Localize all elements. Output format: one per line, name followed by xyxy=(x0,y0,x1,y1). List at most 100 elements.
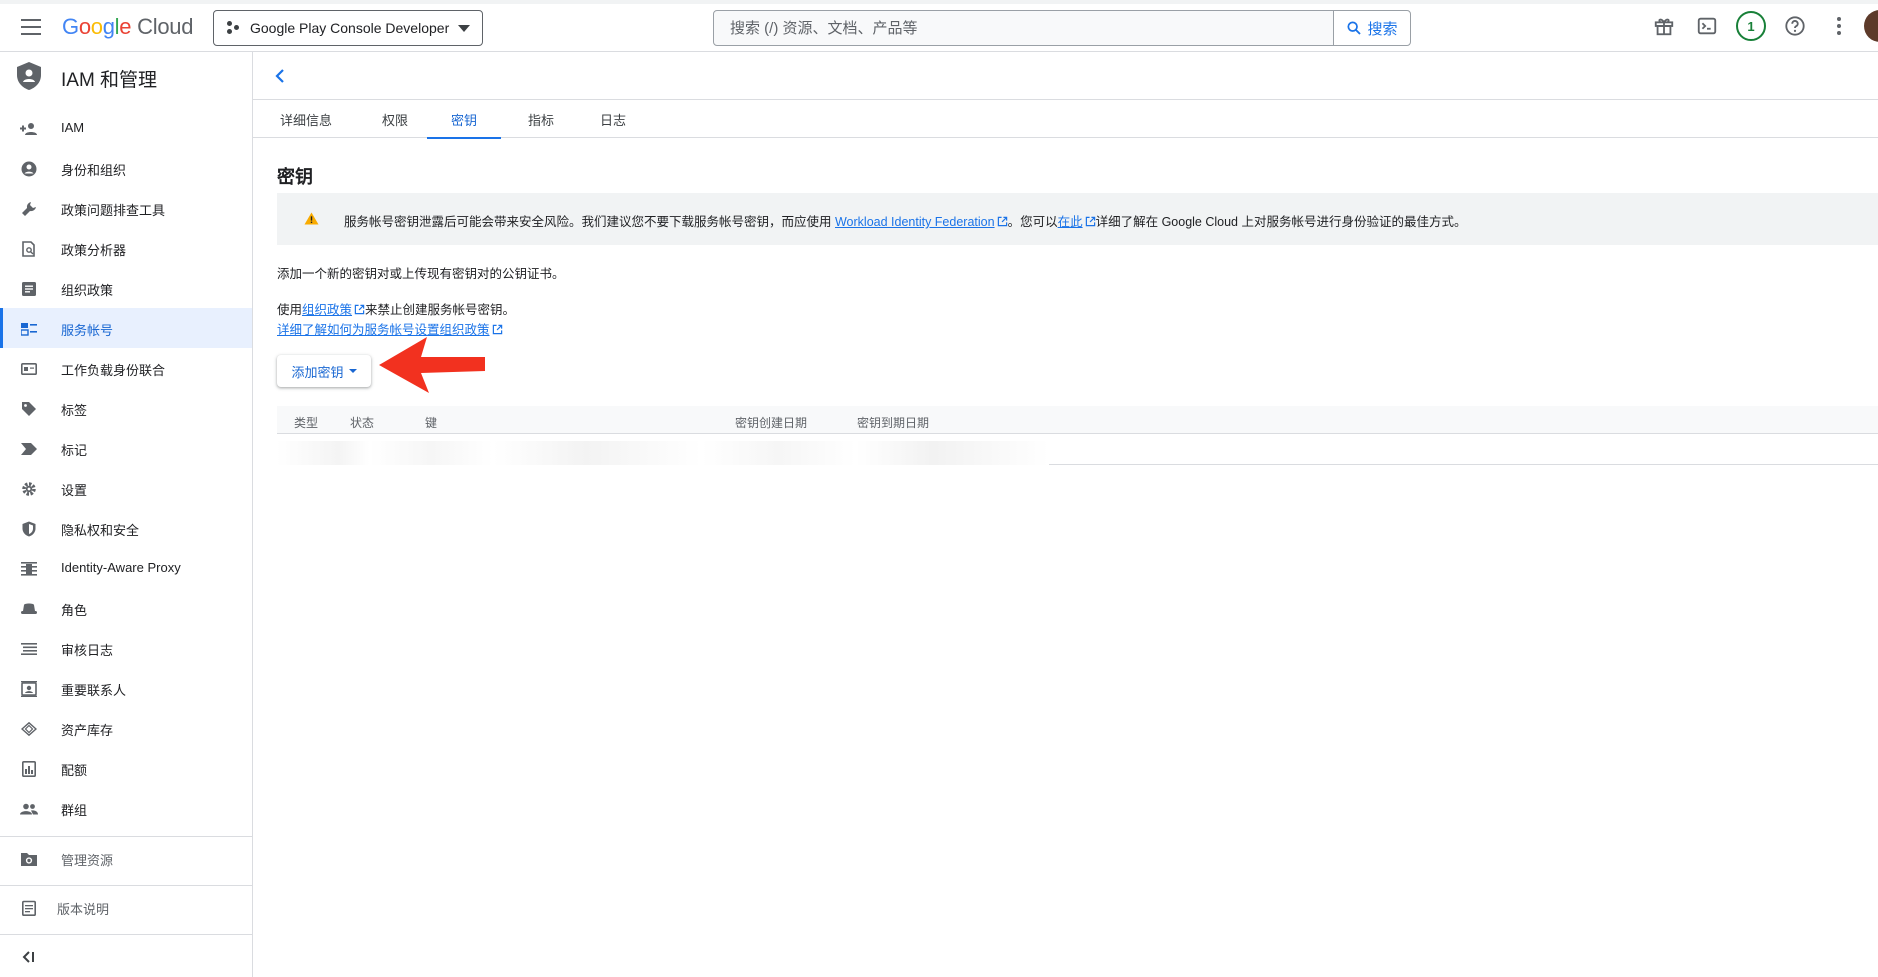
column-header-status[interactable]: 状态 xyxy=(350,414,374,431)
sidebar-item-label: 配额 xyxy=(61,763,88,778)
table-row[interactable] xyxy=(277,435,1878,465)
sidebar-item-settings[interactable]: 设置 xyxy=(0,468,252,508)
sidebar-item-roles[interactable]: 角色 xyxy=(0,588,252,628)
logo-letter: o xyxy=(78,14,91,39)
logo-letter: g xyxy=(102,14,115,39)
article-icon xyxy=(20,280,38,298)
warning-text: 服务帐号密钥泄露后可能会带来安全风险。我们建议您不要下载服务帐号密钥，而应使用 … xyxy=(344,211,1466,230)
sidebar-item-quotas[interactable]: 配额 xyxy=(0,748,252,788)
workload-identity-federation-link[interactable]: Workload Identity Federation xyxy=(835,215,995,229)
column-header-created[interactable]: 密钥创建日期 xyxy=(735,414,807,431)
service-account-icon xyxy=(20,320,38,338)
logo-letter: e xyxy=(119,14,132,39)
search-bar: 搜索 xyxy=(713,10,1411,46)
diamond-icon xyxy=(20,720,38,738)
sidebar-item-label: 重要联系人 xyxy=(61,683,127,698)
column-header-expires[interactable]: 密钥到期日期 xyxy=(857,414,929,431)
help-icon[interactable] xyxy=(1782,13,1808,39)
back-arrow-icon[interactable] xyxy=(268,64,292,88)
sidebar-item-release-notes[interactable]: 版本说明 xyxy=(0,887,252,927)
sidebar-item-privacy-security[interactable]: 隐私权和安全 xyxy=(0,508,252,548)
shield-icon xyxy=(20,520,38,538)
sidebar-item-audit-logs[interactable]: 审核日志 xyxy=(0,628,252,668)
id-card-icon xyxy=(20,360,38,378)
sidebar-item-label: 管理资源 xyxy=(61,853,114,868)
tab-keys[interactable]: 密钥 xyxy=(427,101,501,139)
tab-metrics[interactable]: 指标 xyxy=(521,101,561,138)
google-cloud-logo[interactable]: Google Cloud xyxy=(62,14,193,40)
warning-text-part: 。您可以 xyxy=(1007,215,1058,229)
project-dots-icon xyxy=(226,21,240,35)
logo-letter: G xyxy=(62,14,79,39)
sidebar-item-labels[interactable]: 标记 xyxy=(0,428,252,468)
tab-permissions[interactable]: 权限 xyxy=(375,101,415,138)
sidebar-item-manage-resources[interactable]: 管理资源 xyxy=(0,838,252,878)
quota-icon xyxy=(20,760,38,778)
redacted-row-content xyxy=(277,441,1049,465)
sidebar-item-label: 政策问题排查工具 xyxy=(61,203,166,218)
top-header: Google Cloud Google Play Console Develope… xyxy=(0,0,1878,52)
sidebar-item-essential-contacts[interactable]: 重要联系人 xyxy=(0,668,252,708)
logo-letter: o xyxy=(90,14,103,39)
label-icon xyxy=(20,440,38,458)
sidebar-item-identity-aware-proxy[interactable]: Identity-Aware Proxy xyxy=(0,548,252,588)
sidebar-item-tags[interactable]: 标签 xyxy=(0,388,252,428)
tab-details[interactable]: 详细信息 xyxy=(277,101,335,138)
main-menu-icon[interactable] xyxy=(18,14,44,40)
logo-suffix: Cloud xyxy=(137,14,194,39)
search-icon xyxy=(1347,21,1362,35)
sidebar-item-asset-inventory[interactable]: 资产库存 xyxy=(0,708,252,748)
collapse-left-icon xyxy=(20,948,38,966)
notification-count-badge[interactable]: 1 xyxy=(1736,11,1766,41)
search-button[interactable]: 搜索 xyxy=(1333,11,1410,45)
org-policy-link[interactable]: 组织政策 xyxy=(302,303,352,317)
sidebar-item-policy-analyzer[interactable]: 政策分析器 xyxy=(0,228,252,268)
learn-here-link[interactable]: 在此 xyxy=(1058,215,1083,229)
main-content: 详细信息 权限 密钥 指标 日志 密钥 服务帐号密钥泄露后可能会带来安全风险。我… xyxy=(253,52,1878,977)
sidebar-item-label: 资产库存 xyxy=(61,723,114,738)
account-circle-icon xyxy=(20,160,38,178)
tab-logs[interactable]: 日志 xyxy=(593,101,633,138)
proxy-icon xyxy=(20,560,38,578)
sidebar-divider xyxy=(0,836,252,837)
security-warning-banner: 服务帐号密钥泄露后可能会带来安全风险。我们建议您不要下载服务帐号密钥，而应使用 … xyxy=(277,193,1878,245)
sidebar-item-identity-org[interactable]: 身份和组织 xyxy=(0,148,252,188)
collapse-sidebar-button[interactable] xyxy=(0,936,252,976)
folder-gear-icon xyxy=(20,850,38,868)
sidebar-item-groups[interactable]: 群组 xyxy=(0,788,252,828)
chevron-down-icon xyxy=(348,369,357,373)
external-link-icon xyxy=(492,324,502,335)
sidebar-item-workload-identity[interactable]: 工作负载身份联合 xyxy=(0,348,252,388)
page-title: 密钥 xyxy=(277,167,313,187)
user-avatar[interactable] xyxy=(1864,10,1878,42)
search-input[interactable] xyxy=(714,11,1333,45)
more-vert-icon[interactable] xyxy=(1826,13,1852,39)
sidebar-item-label: 设置 xyxy=(61,483,88,498)
tab-bar: 详细信息 权限 密钥 指标 日志 xyxy=(253,101,1878,139)
column-header-type[interactable]: 类型 xyxy=(294,414,318,431)
sidebar-divider xyxy=(0,885,252,886)
iam-shield-icon xyxy=(17,62,41,90)
project-name: Google Play Console Developer xyxy=(250,20,450,36)
external-link-icon xyxy=(1085,216,1095,227)
gift-icon[interactable] xyxy=(1651,13,1677,39)
org-policy-description: 使用组织政策 来禁止创建服务帐号密钥。 xyxy=(277,299,515,318)
warning-text-part: 服务帐号密钥泄露后可能会带来安全风险。我们建议您不要下载服务帐号密钥，而应使用 xyxy=(344,215,835,229)
warning-text-part: 详细了解在 Google Cloud 上对服务帐号进行身份验证的最佳方式。 xyxy=(1095,215,1467,229)
add-key-button-label: 添加密钥 xyxy=(291,364,344,380)
cloud-shell-icon[interactable] xyxy=(1694,13,1720,39)
column-header-key[interactable]: 键 xyxy=(425,414,437,431)
org-policy-text-part: 来禁止创建服务帐号密钥。 xyxy=(365,303,516,317)
person-add-icon xyxy=(20,120,38,138)
sidebar-item-policy-troubleshooter[interactable]: 政策问题排查工具 xyxy=(0,188,252,228)
table-header: 类型 状态 键 密钥创建日期 密钥到期日期 xyxy=(277,406,1878,434)
add-key-button[interactable]: 添加密钥 xyxy=(277,355,371,387)
group-icon xyxy=(20,800,38,818)
sidebar-item-org-policy[interactable]: 组织政策 xyxy=(0,268,252,308)
sidebar-item-label: 组织政策 xyxy=(61,283,114,298)
sidebar-item-iam[interactable]: IAM xyxy=(0,108,252,148)
sidebar-item-service-accounts[interactable]: 服务帐号 xyxy=(0,308,252,348)
project-picker[interactable]: Google Play Console Developer xyxy=(213,10,483,46)
list-icon xyxy=(20,640,38,658)
search-button-label: 搜索 xyxy=(1367,20,1398,38)
